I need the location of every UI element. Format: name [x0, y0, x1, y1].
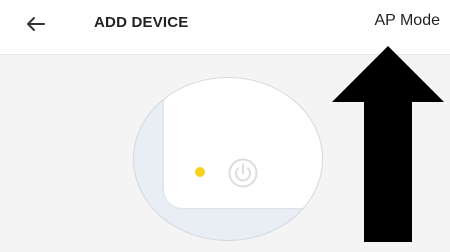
indicator-light-icon: [195, 167, 205, 177]
back-button[interactable]: [22, 10, 50, 38]
power-icon: [228, 158, 258, 188]
arrow-left-icon: [27, 17, 45, 31]
arrow-up-icon: [332, 46, 444, 242]
page-title: ADD DEVICE: [94, 14, 189, 31]
add-device-screen: ADD DEVICE AP Mode: [0, 0, 450, 252]
ap-mode-button[interactable]: AP Mode: [374, 12, 440, 30]
